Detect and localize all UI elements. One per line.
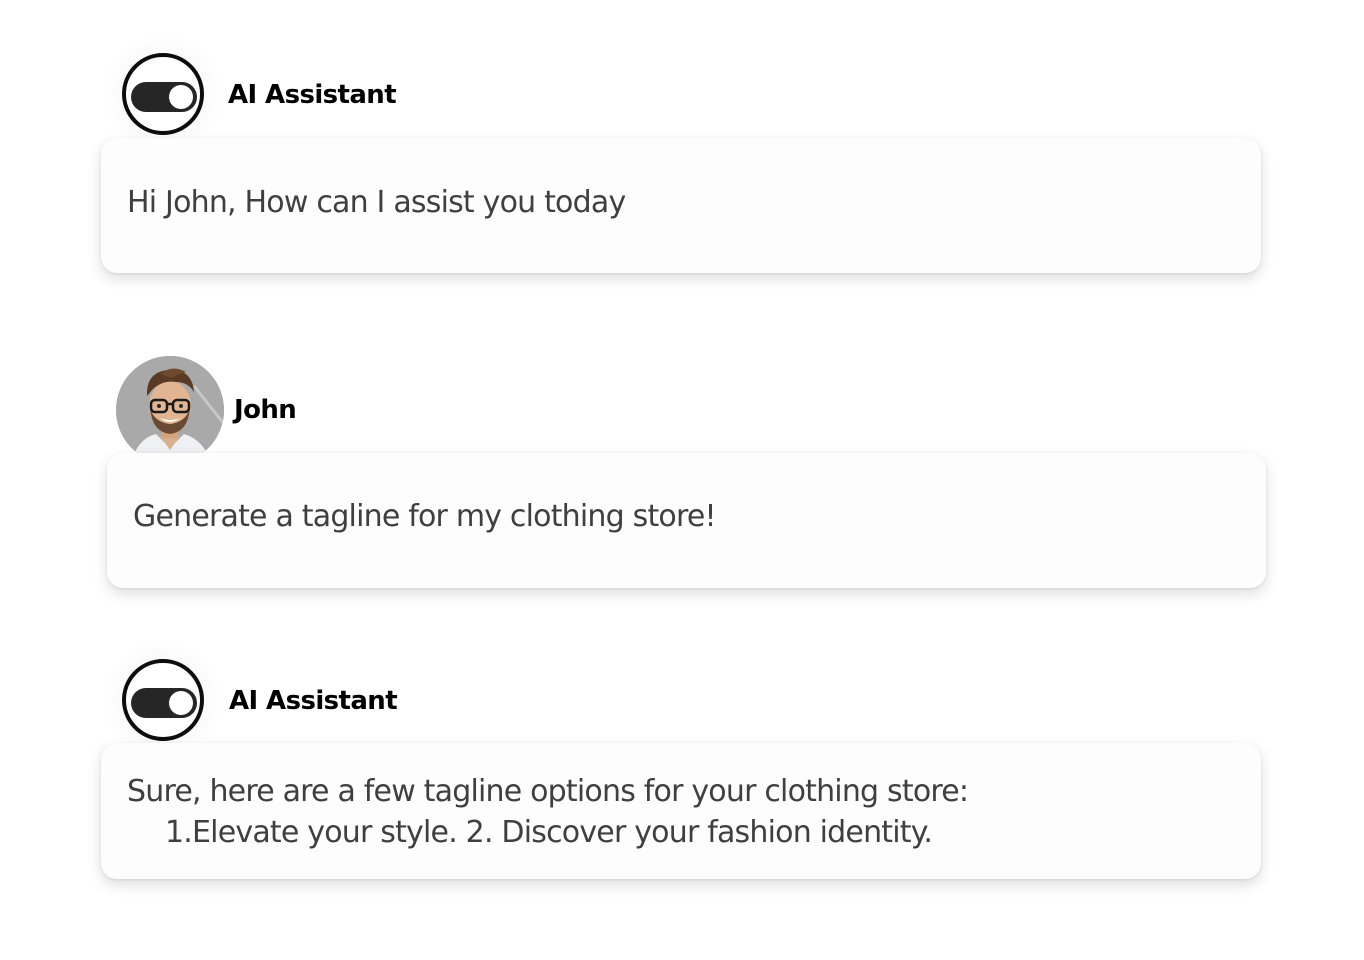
message-bubble: Sure, here are a few tagline options for… xyxy=(101,743,1261,879)
toggle-track xyxy=(131,688,197,718)
sender-name: AI Assistant xyxy=(229,686,398,716)
message-text-line: Sure, here are a few tagline options for… xyxy=(127,774,969,809)
avatar xyxy=(116,356,224,464)
toggle-icon xyxy=(122,659,204,741)
toggle-knob xyxy=(169,691,193,715)
message-bubble: Hi John, How can I assist you today xyxy=(101,138,1261,273)
message-text: Generate a tagline for my clothing store… xyxy=(133,499,717,534)
message-text: Hi John, How can I assist you today xyxy=(127,185,626,220)
toggle-icon xyxy=(122,53,204,135)
sender-name: AI Assistant xyxy=(228,80,397,110)
sender-name: John xyxy=(234,395,297,425)
message-text-line: 1.Elevate your style. 2. Discover your f… xyxy=(165,815,933,850)
message-bubble: Generate a tagline for my clothing store… xyxy=(107,453,1266,588)
toggle-knob xyxy=(169,85,193,109)
toggle-track xyxy=(131,82,197,112)
